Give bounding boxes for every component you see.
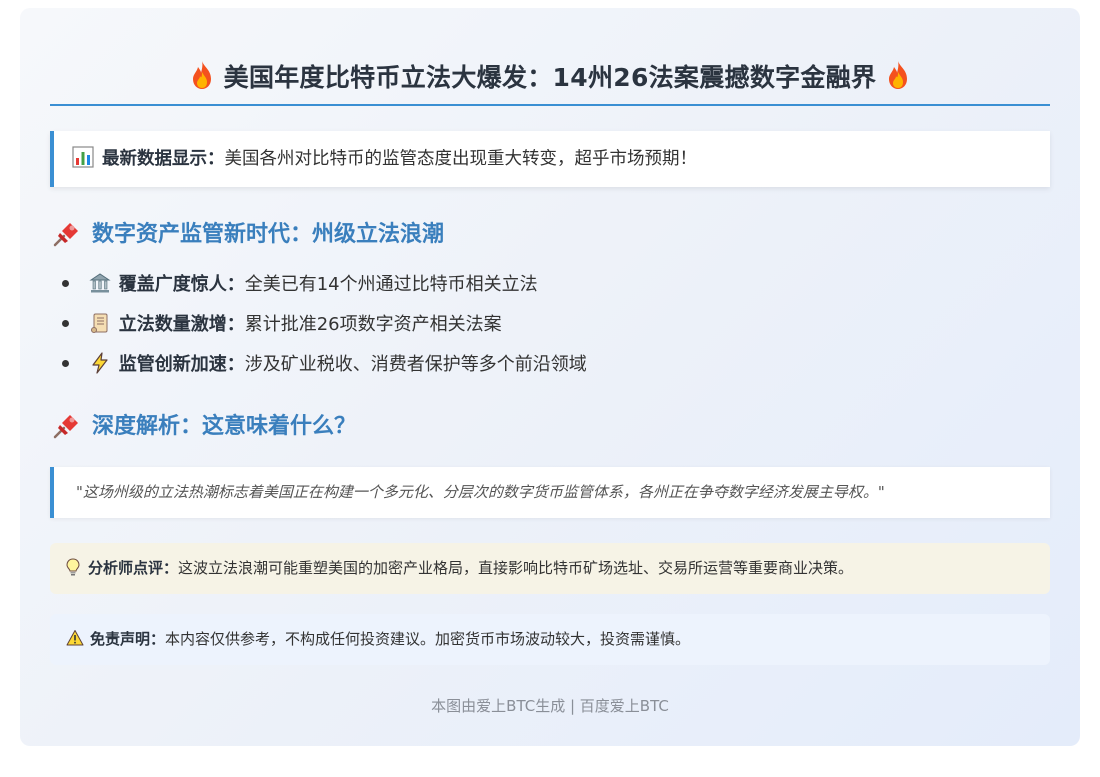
quote-text: "这场州级的立法热潮标志着美国正在构建一个多元化、分层次的数字货币监管体系，各州… bbox=[76, 483, 885, 501]
lightning-icon bbox=[92, 352, 108, 374]
title-bar: 美国年度比特币立法大爆发：14州26法案震撼数字金融界 bbox=[50, 58, 1050, 106]
pushpin-icon bbox=[53, 223, 78, 247]
footer-credit: 本图由爱上BTC生成 | 百度爱上BTC bbox=[431, 697, 669, 715]
analyst-comment-box: 分析师点评：这波立法浪潮可能重塑美国的加密产业格局，直接影响比特币矿场选址、交易… bbox=[50, 543, 1050, 594]
section-heading-text: 深度解析：这意味着什么？ bbox=[92, 414, 357, 439]
disclaimer-label: 免责声明： bbox=[90, 630, 166, 648]
bullet-dot bbox=[62, 320, 69, 327]
article-card: 美国年度比特币立法大爆发：14州26法案震撼数字金融界 最新数据显示：美国各州对… bbox=[20, 8, 1080, 746]
bar-chart-icon bbox=[72, 146, 94, 168]
page-title: 美国年度比特币立法大爆发：14州26法案震撼数字金融界 bbox=[50, 58, 1050, 98]
pushpin-icon bbox=[53, 415, 78, 439]
list-item-text: 累计批准26项数字资产相关法案 bbox=[244, 314, 502, 335]
fire-icon bbox=[192, 61, 211, 89]
bank-icon bbox=[89, 273, 111, 293]
title-text: 美国年度比特币立法大爆发：14州26法案震撼数字金融界 bbox=[223, 63, 877, 92]
section-heading-analysis: 深度解析：这意味着什么？ bbox=[52, 410, 356, 444]
highlight-text: 美国各州对比特币的监管态度出现重大转变，超乎市场预期！ bbox=[224, 149, 698, 169]
list-item: 立法数量激增：累计批准26项数字资产相关法案 bbox=[62, 310, 962, 350]
highlight-box: 最新数据显示：美国各州对比特币的监管态度出现重大转变，超乎市场预期！ bbox=[50, 131, 1050, 187]
disclaimer-box: 免责声明：本内容仅供参考，不构成任何投资建议。加密货币市场波动较大，投资需谨慎。 bbox=[50, 614, 1050, 665]
list-item-label: 立法数量激增： bbox=[118, 314, 245, 335]
warning-icon bbox=[66, 630, 84, 646]
list-item-label: 覆盖广度惊人： bbox=[118, 274, 245, 295]
list-item: 覆盖广度惊人：全美已有14个州通过比特币相关立法 bbox=[62, 270, 962, 310]
lightbulb-icon bbox=[66, 558, 80, 576]
key-points-list: 覆盖广度惊人：全美已有14个州通过比特币相关立法 立法数量激增：累计批准26项数… bbox=[62, 270, 962, 390]
analyst-text: 这波立法浪潮可能重塑美国的加密产业格局，直接影响比特币矿场选址、交易所运营等重要… bbox=[178, 559, 854, 577]
section-heading-text: 数字资产监管新时代：州级立法浪潮 bbox=[92, 222, 445, 247]
section-heading-regulation: 数字资产监管新时代：州级立法浪潮 bbox=[52, 218, 444, 252]
bullet-dot bbox=[62, 360, 69, 367]
bullet-dot bbox=[62, 280, 69, 287]
fire-icon bbox=[889, 61, 908, 89]
analyst-label: 分析师点评： bbox=[88, 559, 179, 577]
scroll-icon bbox=[90, 313, 108, 333]
list-item-text: 涉及矿业税收、消费者保护等多个前沿领域 bbox=[244, 354, 587, 375]
disclaimer-text: 本内容仅供参考，不构成任何投资建议。加密货币市场波动较大，投资需谨慎。 bbox=[165, 630, 691, 648]
highlight-label: 最新数据显示： bbox=[102, 149, 225, 169]
list-item: 监管创新加速：涉及矿业税收、消费者保护等多个前沿领域 bbox=[62, 350, 962, 390]
quote-box: "这场州级的立法热潮标志着美国正在构建一个多元化、分层次的数字货币监管体系，各州… bbox=[50, 467, 1050, 518]
list-item-text: 全美已有14个州通过比特币相关立法 bbox=[244, 274, 538, 295]
list-item-label: 监管创新加速： bbox=[118, 354, 245, 375]
